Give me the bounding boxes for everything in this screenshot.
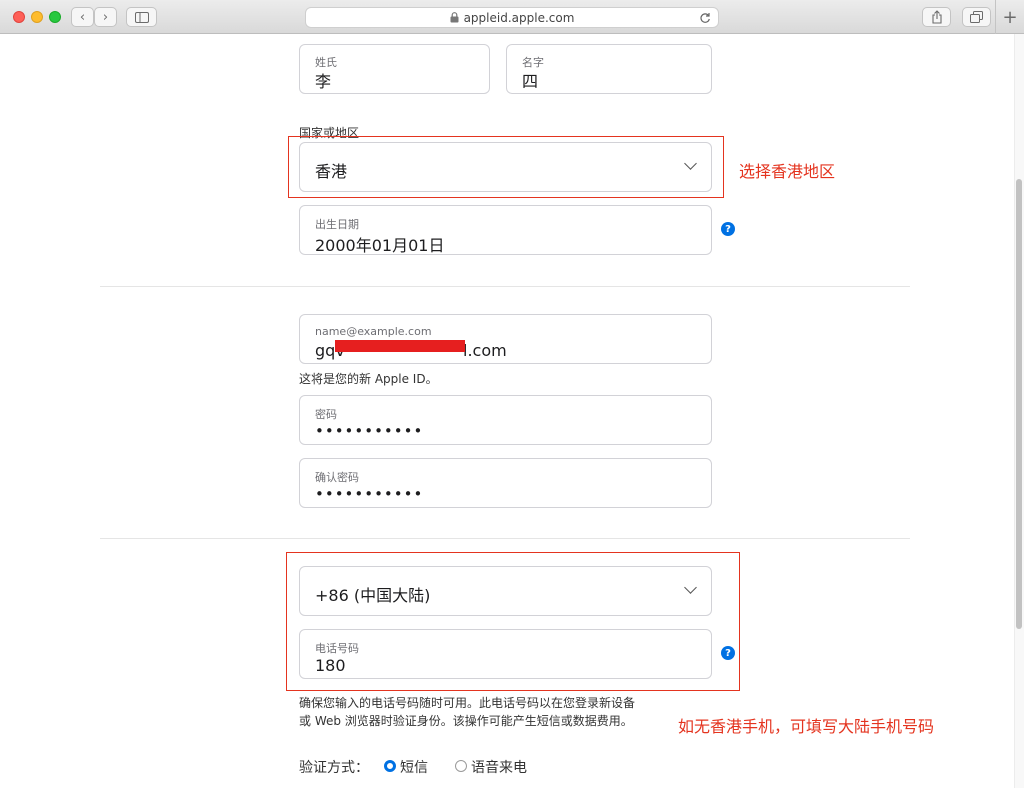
reload-icon[interactable] — [699, 12, 711, 24]
confirm-password-label: 确认密码 — [315, 471, 359, 484]
birthday-field[interactable]: 出生日期 2000年01月01日 — [299, 205, 712, 255]
phone-note-line1: 确保您输入的电话号码随时可用。此电话号码以在您登录新设备 — [299, 696, 636, 710]
first-name-value: 四 — [522, 72, 539, 91]
birthday-help-icon[interactable]: ? — [721, 222, 735, 236]
verify-label: 验证方式： — [299, 760, 369, 776]
first-name-field[interactable]: 名字 四 — [506, 44, 712, 94]
email-field[interactable]: name@example.com gqv l.com — [299, 314, 712, 364]
browser-toolbar: ‹ › appleid.apple.com + — [0, 0, 1024, 34]
section-divider — [100, 538, 910, 539]
share-icon — [931, 10, 942, 24]
chevron-left-icon: ‹ — [79, 9, 86, 25]
birthday-value: 2000年01月01日 — [315, 236, 445, 255]
password-field[interactable]: 密码 ••••••••••• — [299, 395, 712, 445]
scrollbar-thumb[interactable] — [1016, 179, 1022, 629]
zoom-window-button[interactable] — [49, 11, 61, 23]
tabs-icon — [970, 11, 983, 23]
radio-voice-call[interactable] — [455, 760, 467, 772]
sidebar-icon — [134, 11, 149, 23]
region-annotation-text: 选择香港地区 — [739, 162, 836, 181]
phone-annotation-box — [286, 552, 740, 691]
section-divider — [100, 286, 910, 287]
lock-icon — [450, 12, 459, 23]
share-button[interactable] — [922, 7, 951, 27]
address-bar[interactable]: appleid.apple.com — [305, 7, 719, 28]
confirm-password-field[interactable]: 确认密码 ••••••••••• — [299, 458, 712, 508]
back-button[interactable]: ‹ — [71, 7, 94, 27]
sidebar-button[interactable] — [126, 7, 157, 27]
close-window-button[interactable] — [13, 11, 25, 23]
region-annotation-box — [288, 136, 724, 198]
radio-voice-call-label[interactable]: 语音来电 — [471, 757, 527, 777]
scrollbar[interactable] — [1014, 34, 1024, 788]
email-label: name@example.com — [315, 325, 432, 338]
phone-annotation-text: 如无香港手机，可填写大陆手机号码 — [678, 717, 935, 736]
forward-button[interactable]: › — [94, 7, 117, 27]
email-redaction — [335, 340, 465, 352]
phone-note-line2: 或 Web 浏览器时验证身份。该操作可能产生短信或数据费用。 — [299, 714, 633, 728]
email-value-end: l.com — [463, 341, 507, 360]
plus-icon: + — [1002, 6, 1018, 28]
tabs-overview-button[interactable] — [962, 7, 991, 27]
confirm-password-value: ••••••••••• — [315, 485, 424, 503]
last-name-value: 李 — [315, 72, 332, 91]
minimize-window-button[interactable] — [31, 11, 43, 23]
new-tab-button[interactable]: + — [995, 0, 1024, 34]
radio-sms[interactable] — [384, 760, 396, 772]
url-text: appleid.apple.com — [463, 10, 575, 25]
password-value: ••••••••••• — [315, 422, 424, 440]
email-hint: 这将是您的新 Apple ID。 — [299, 372, 438, 386]
password-label: 密码 — [315, 408, 337, 421]
last-name-field[interactable]: 姓氏 李 — [299, 44, 490, 94]
radio-sms-label[interactable]: 短信 — [400, 757, 428, 777]
chevron-right-icon: › — [102, 9, 109, 25]
birthday-label: 出生日期 — [315, 218, 359, 231]
